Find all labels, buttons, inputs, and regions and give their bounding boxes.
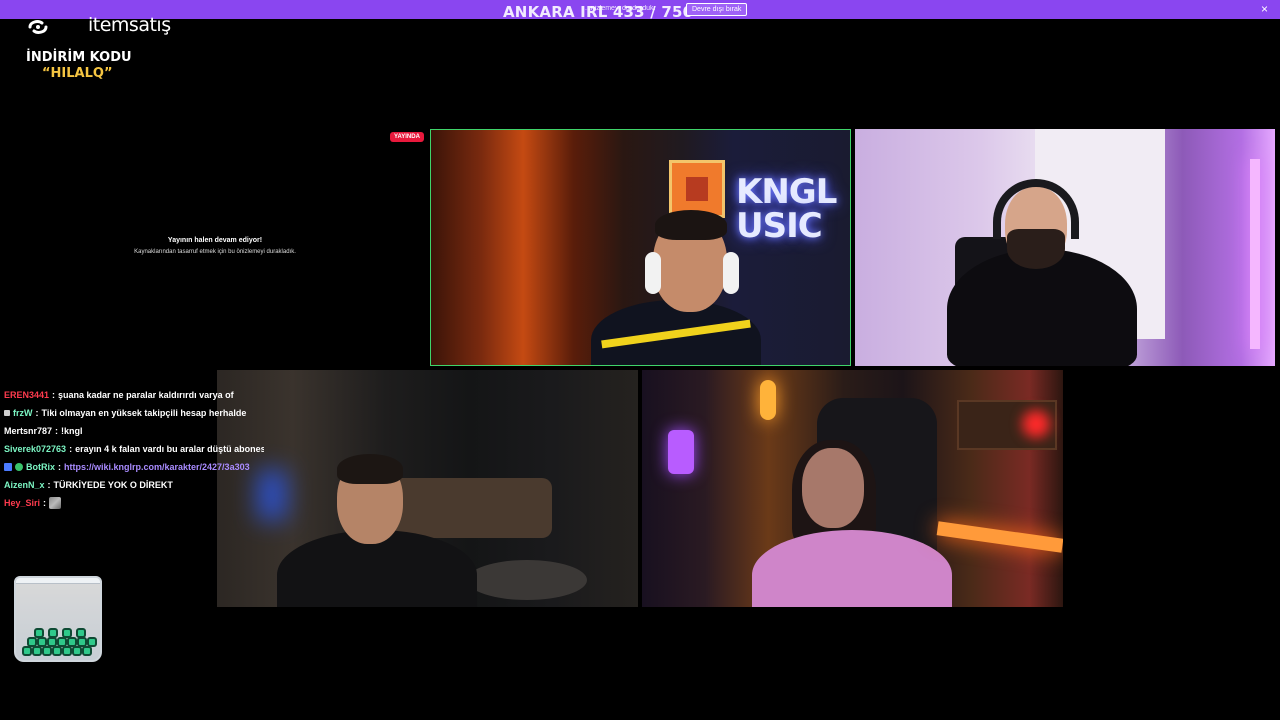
chat-line: Siverek072763: erayın 4 k falan vardı bu … xyxy=(4,440,264,458)
chat-username[interactable]: Mertsnr787 xyxy=(4,426,52,436)
gem-icon xyxy=(62,628,72,638)
chat-message: !kngl xyxy=(61,426,83,436)
chat-line: AizenN_x: TÜRKİYEDE YOK O DİREKT xyxy=(4,476,264,494)
gem-icon xyxy=(76,628,86,638)
chat-separator: : xyxy=(55,426,59,436)
gem-icon xyxy=(87,637,97,647)
banner-notice: ...nizlemeyi durdurduk. xyxy=(585,5,656,12)
chat-line: Hey_Siri: xyxy=(4,494,264,512)
chat-separator: : xyxy=(43,498,47,508)
chat-username[interactable]: frzW xyxy=(13,408,33,418)
lamp xyxy=(1250,159,1260,349)
video-tile-1[interactable]: KNGL USIC xyxy=(430,129,851,366)
chat-overlay: EREN3441: şuana kadar ne paralar kaldırır… xyxy=(4,386,264,512)
paused-subtitle: Kaynaklarından tasarruf etmek için bu ön… xyxy=(134,249,296,255)
gem-icon xyxy=(32,646,42,656)
streamer-hair xyxy=(337,454,403,484)
blue-badge-icon xyxy=(4,463,12,471)
chat-line: Mertsnr787: !kngl xyxy=(4,422,264,440)
jar-rim xyxy=(16,578,100,584)
green-badge-icon xyxy=(15,463,23,471)
chat-username[interactable]: AizenN_x xyxy=(4,480,45,490)
chat-link[interactable]: https://wiki.knglrp.com/karakter/2427/3a… xyxy=(64,462,250,472)
chat-message: şuana kadar ne paralar kaldırırdı varya … xyxy=(58,390,234,400)
chat-line: EREN3441: şuana kadar ne paralar kaldırır… xyxy=(4,386,264,404)
live-badge: YAYINDA xyxy=(390,132,424,142)
sponsor-logo-icon xyxy=(28,20,48,34)
streamer-hair xyxy=(655,210,727,240)
chat-username[interactable]: BotRix xyxy=(26,462,55,472)
red-light xyxy=(1022,410,1050,438)
gem-icon xyxy=(72,646,82,656)
chat-message: erayın 4 k falan vardı bu aralar düştü a… xyxy=(75,444,264,454)
chat-separator: : xyxy=(47,480,51,490)
video-tile-3[interactable] xyxy=(217,370,638,607)
chat-separator: : xyxy=(58,462,61,472)
gem-icon xyxy=(37,637,47,647)
discount-code: “HILALQ” xyxy=(42,66,113,81)
disable-button[interactable]: Devre dışı bırak xyxy=(686,3,748,16)
discount-title: İNDİRİM KODU xyxy=(26,50,132,65)
video-tile-2[interactable] xyxy=(855,129,1275,366)
chat-separator: : xyxy=(52,390,56,400)
top-banner: ANKARA IRL 433 / 750 ...nizlemeyi durdur… xyxy=(0,0,1280,21)
gem-icon xyxy=(52,646,62,656)
gem-icon xyxy=(27,637,37,647)
gem-icon xyxy=(57,637,67,647)
gem-icon xyxy=(42,646,52,656)
headphone-icon xyxy=(645,252,661,294)
gem-icon xyxy=(77,637,87,647)
video-tile-4[interactable] xyxy=(642,370,1063,607)
close-icon[interactable]: × xyxy=(1261,2,1268,16)
gem-icon xyxy=(67,637,77,647)
chat-separator: : xyxy=(35,408,39,418)
sponsor-name: itemsatış xyxy=(88,14,171,36)
jar-content xyxy=(18,624,98,658)
chat-message: TÜRKİYEDE YOK O DİREKT xyxy=(53,480,173,490)
chat-line: BotRix: https://wiki.knglrp.com/karakter/… xyxy=(4,458,264,476)
chat-line: frzW: Tiki olmayan en yüksek takipçili he… xyxy=(4,404,264,422)
emote-icon xyxy=(49,497,62,509)
rug xyxy=(467,560,587,600)
tip-jar xyxy=(14,576,102,662)
gray-badge-icon xyxy=(4,410,10,416)
lava-lamp xyxy=(668,430,694,474)
chat-message: Tiki olmayan en yüksek takipçili hesap h… xyxy=(41,408,247,418)
chat-username[interactable]: Siverek072763 xyxy=(4,444,66,454)
gem-icon xyxy=(34,628,44,638)
chat-username[interactable]: Hey_Siri xyxy=(4,498,40,508)
chat-separator: : xyxy=(69,444,73,454)
gem-icon xyxy=(48,628,58,638)
gem-icon xyxy=(47,637,57,647)
gem-icon xyxy=(22,646,32,656)
neon-sign: KNGL USIC xyxy=(736,172,837,246)
chat-username[interactable]: EREN3441 xyxy=(4,390,49,400)
led-strip xyxy=(936,521,1063,553)
lamp xyxy=(760,380,776,420)
headphone-icon xyxy=(723,252,739,294)
sofa xyxy=(377,478,552,538)
gem-icon xyxy=(82,646,92,656)
streamer-head xyxy=(802,448,864,528)
gem-icon xyxy=(62,646,72,656)
paused-title: Yayının halen devam ediyor! xyxy=(167,237,263,244)
